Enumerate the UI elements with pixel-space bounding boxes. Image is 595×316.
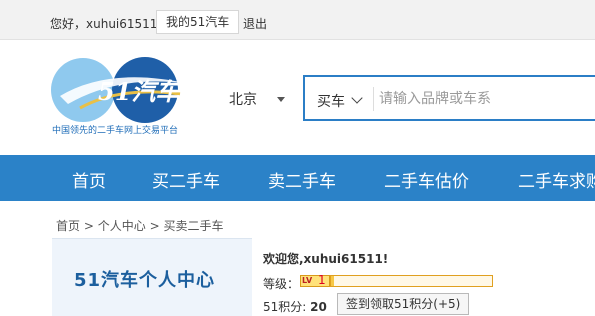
chevron-down-icon[interactable] [351,92,363,104]
search-box: 买车 [303,75,595,121]
logo-wordmark: 51汽车 [98,77,182,106]
caret-down-icon[interactable] [277,97,285,102]
top-user-bar: 您好，xuhui61511 我的51汽车 退出 [0,0,595,40]
points-text: 51积分: 20 [263,298,327,315]
nav-item-wanted[interactable]: 二手车求购 [518,167,595,192]
search-divider [373,87,374,111]
points-value: 20 [310,300,327,314]
my-51-button[interactable]: 我的51汽车 [156,10,240,34]
level-label: 等级： [263,277,300,291]
breadcrumb-personal-center[interactable]: 个人中心 [98,219,146,233]
nav-item-home[interactable]: 首页 [72,167,106,192]
breadcrumb-current: 买卖二手车 [163,219,224,233]
nav-item-sell-used[interactable]: 卖二手车 [268,167,336,192]
sign-in-button[interactable]: 签到领取51积分(+5) [337,293,470,315]
level-number: 1 [318,273,326,287]
level-progress-fill [331,276,335,286]
nav-item-buy-used[interactable]: 买二手车 [152,167,220,192]
logo-tagline: 中国领先的二手车网上交易平台 [52,126,179,136]
page-title: 51汽车个人中心 [74,270,216,291]
welcome-text: 欢迎您,xuhui61511! [263,252,389,266]
breadcrumb-home[interactable]: 首页 [56,219,80,233]
level-progress-bar [330,275,493,287]
logout-link[interactable]: 退出 [243,15,267,32]
greeting-text: 您好，xuhui61511 [50,17,158,31]
points-label: 51积分: [263,300,307,314]
city-selector[interactable]: 北京 [229,89,257,109]
nav-item-valuation[interactable]: 二手车估价 [384,167,469,192]
breadcrumb-separator: > [149,219,160,233]
level-badge-text: LV [302,276,313,285]
breadcrumb-separator: > [83,219,94,233]
breadcrumb: 首页 > 个人中心 > 买卖二手车 [56,217,223,234]
search-type-select[interactable]: 买车 [317,91,345,111]
main-nav: 首页 买二手车 卖二手车 二手车估价 二手车求购 [0,155,595,201]
search-input[interactable] [379,85,595,113]
